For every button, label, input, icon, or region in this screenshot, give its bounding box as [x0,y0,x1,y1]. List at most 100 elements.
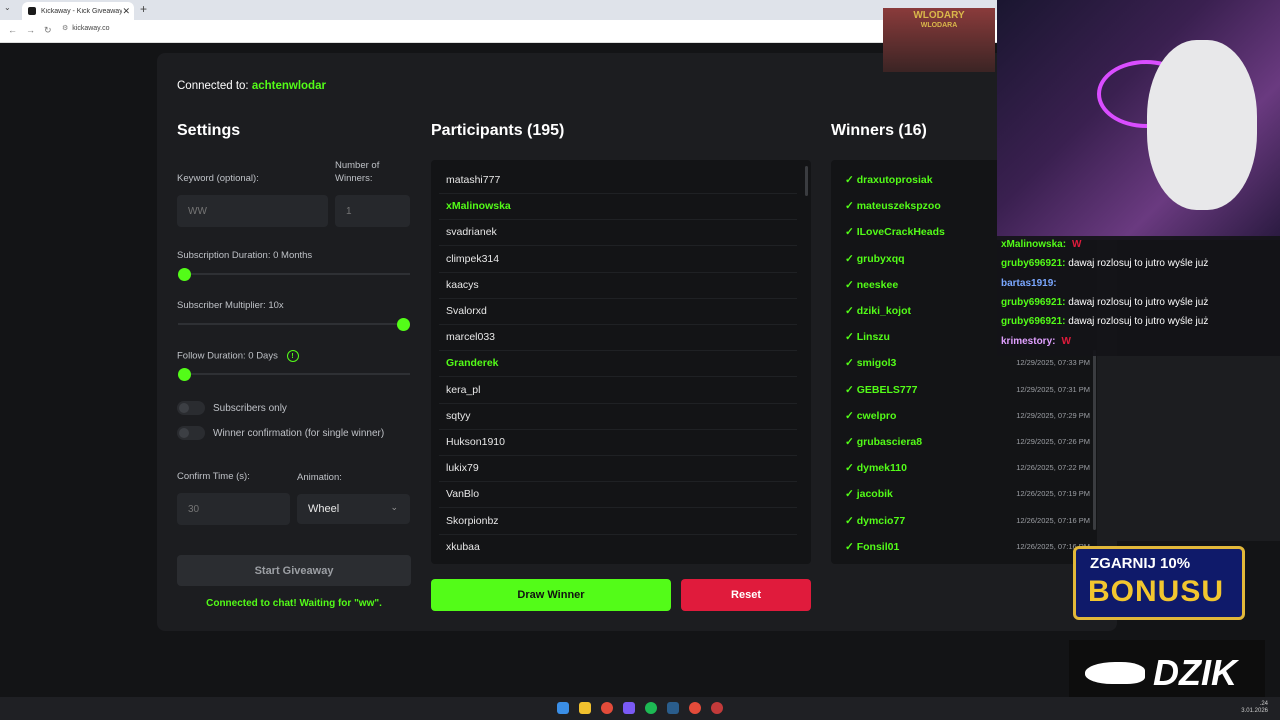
spotify-icon[interactable] [645,702,657,714]
start-icon[interactable] [557,702,569,714]
row-divider [439,481,797,483]
tab-list-icon[interactable]: ⌄ [4,3,11,12]
participants-title: Participants (195) [431,122,565,139]
start-giveaway-button[interactable]: Start Giveaway [177,555,411,586]
keyword-input[interactable] [177,195,328,227]
promo-line-2: BONUSU [1088,575,1225,608]
site-info-icon[interactable]: ⚙ [62,24,68,32]
winners-scrollbar[interactable] [1093,350,1096,530]
confirm-time-input[interactable] [177,493,290,525]
chat-username: gruby696921: [1001,316,1066,328]
file-explorer-icon[interactable] [579,702,591,714]
winner-timestamp: 12/26/2025, 07:22 PM [1016,463,1090,473]
chat-username: gruby696921: [1001,296,1066,308]
winner-row: ✓ jacobik 12/26/2025, 07:19 PM [845,488,1090,500]
animation-value: Wheel [308,503,340,515]
winner-timestamp: 12/26/2025, 07:19 PM [1016,489,1090,499]
winner-name: ✓ grubyxqq [845,252,905,265]
participant-row: kera_pl [446,383,481,396]
subscriber-multiplier-slider[interactable] [178,323,410,325]
participant-row: Hukson1910 [446,436,505,448]
toggle-knob [179,403,189,413]
browser-tab[interactable]: Kickaway - Kick Giveaway Tool ✕ [22,2,134,20]
animation-select[interactable]: Wheel ⌄ [297,494,410,524]
connection-prefix: Connected to: [177,80,249,92]
participant-row: Skorpionbz [446,514,499,527]
participant-row: kaacys [446,278,479,291]
winner-name: ✓ grubasciera8 [845,436,923,448]
chat-message: xMalinowska: W [1001,239,1081,250]
participant-row: xMalinowska [446,200,511,213]
row-divider [439,533,797,535]
winners-count-input[interactable] [335,195,410,227]
participant-row: lukix79 [446,462,479,475]
winner-row: ✓ Fonsil01 12/26/2025, 07:16 PM [845,541,1090,553]
winner-name: ✓ dymcio77 [845,514,906,527]
chat-message: gruby696921: dawaj rozlosuj to jutro wyś… [1001,316,1214,327]
participant-row: Svalorxd [446,305,487,317]
winner-name: ✓ mateuszekspzoo [845,200,941,213]
winner-confirmation-toggle[interactable] [177,426,205,440]
animation-label: Animation: [297,472,342,483]
participant-row: Granderek [446,357,499,370]
new-tab-button[interactable]: + [140,2,147,16]
side-panel [1117,356,1280,541]
draw-winner-button[interactable]: Draw Winner [431,579,671,611]
subscribers-only-toggle[interactable] [177,401,205,415]
subscriber-multiplier-thumb[interactable] [397,318,410,331]
steam-icon[interactable] [667,702,679,714]
toggle-knob [179,428,189,438]
discord-icon[interactable] [623,702,635,714]
participant-row: xkubaa [446,540,480,553]
reset-button[interactable]: Reset [681,579,811,611]
row-divider [439,455,797,456]
chat-username: krimestory: [1001,335,1056,347]
winner-name: ✓ ILoveCrackHeads [845,226,945,239]
chat-username: bartas1919: [1001,277,1057,289]
app-icon[interactable] [711,702,723,714]
logo-title: WLODARY [913,10,965,21]
promo-line-1: ZGARNIJ 10% [1090,555,1191,572]
follow-duration-slider[interactable] [178,373,410,375]
winner-name: ✓ dziki_kojot [845,305,911,317]
winner-row: ✓ dymek110 12/26/2025, 07:22 PM [845,462,1090,474]
winner-name: ✓ draxutoprosiak [845,174,933,186]
tab-title: Kickaway - Kick Giveaway Tool [41,7,123,15]
url-text: kickaway.co [72,24,110,32]
participants-scrollbar[interactable] [805,166,808,196]
winner-name: ✓ Linszu [845,331,890,344]
row-divider [439,297,797,299]
chat-message: gruby696921: dawaj rozlosuj to jutro wyś… [1001,297,1214,308]
participant-row: climpek314 [446,252,500,265]
chat-emote: W [1061,335,1071,347]
participants-list[interactable]: matashi777 xMalinowska svadrianek climpek31… [431,160,811,564]
subscription-duration-slider[interactable] [178,273,410,275]
reload-icon[interactable]: ↻ [44,25,52,36]
winner-name: ✓ smigol3 [845,357,897,370]
follow-duration-thumb[interactable] [178,368,191,381]
back-icon[interactable]: ← [8,25,17,35]
winner-row: ✓ dymcio77 12/26/2025, 07:16 PM [845,515,1090,527]
subscriber-multiplier-label: Subscriber Multiplier: 10x [177,300,284,311]
tab-close-icon[interactable]: ✕ [122,6,130,17]
chrome-icon[interactable] [601,702,613,714]
follow-duration-text: Follow Duration: 0 Days [177,350,278,362]
info-icon[interactable]: ! [286,350,299,362]
winner-row: ✓ cwelpro 12/29/2025, 07:29 PM [845,410,1090,422]
url-field[interactable]: ⚙ kickaway.co [62,24,110,33]
clock[interactable]: .24 3.01.2026 [1241,701,1268,715]
clock-time: .24 [1259,701,1268,707]
chat-emote: W [1072,239,1082,250]
streamer-logo-overlay: WLODARY WLODARA [883,8,995,72]
winner-confirmation-label: Winner confirmation (for single winner) [213,428,385,439]
subscription-duration-thumb[interactable] [178,268,191,281]
forward-icon[interactable]: → [26,25,35,35]
winner-name: ✓ jacobik [845,488,893,501]
clock-date: 3.01.2026 [1241,708,1268,714]
winner-name: ✓ dymek110 [845,462,907,475]
winners-title: Winners (16) [831,122,927,139]
chrome-icon[interactable] [689,702,701,714]
webcam-overlay [997,0,1280,240]
confirm-time-label: Confirm Time (s): [177,471,250,482]
settings-title: Settings [177,122,241,139]
